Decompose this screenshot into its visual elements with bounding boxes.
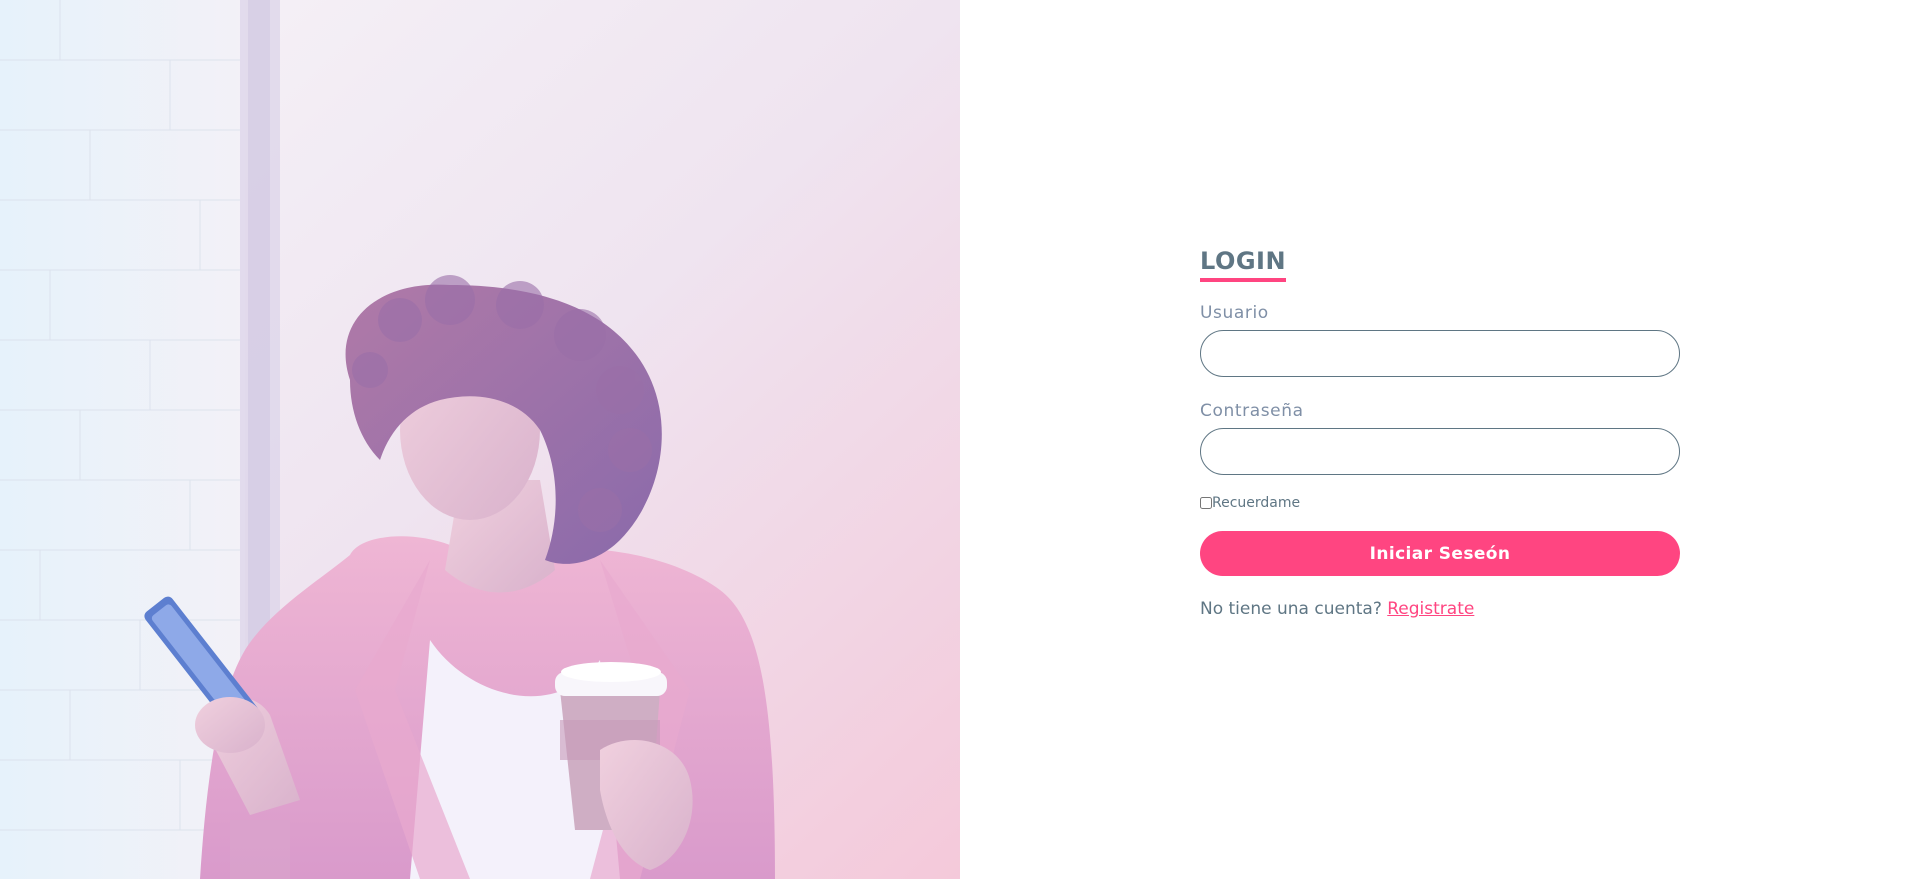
register-link[interactable]: Registrate (1387, 599, 1474, 619)
login-panel: LOGIN Usuario Contraseña Recuerdame Inic… (960, 0, 1920, 879)
signup-prompt: No tiene una cuenta? Registrate (1200, 598, 1680, 620)
signup-prompt-text: No tiene una cuenta? (1200, 599, 1382, 619)
login-title: LOGIN (1200, 246, 1287, 282)
username-label: Usuario (1200, 303, 1269, 323)
remember-me-row: Recuerdame (1200, 495, 1680, 511)
hero-image (0, 0, 960, 879)
remember-me-checkbox[interactable] (1200, 497, 1212, 509)
password-input[interactable] (1200, 428, 1680, 475)
password-label: Contraseña (1200, 401, 1304, 421)
woman-with-phone-illustration (0, 0, 960, 879)
username-input[interactable] (1200, 330, 1680, 377)
login-page: LOGIN Usuario Contraseña Recuerdame Inic… (0, 0, 1920, 879)
login-button[interactable]: Iniciar Seseón (1200, 531, 1680, 576)
login-form: LOGIN Usuario Contraseña Recuerdame Inic… (1200, 246, 1680, 620)
remember-me-label: Recuerdame (1212, 495, 1301, 511)
